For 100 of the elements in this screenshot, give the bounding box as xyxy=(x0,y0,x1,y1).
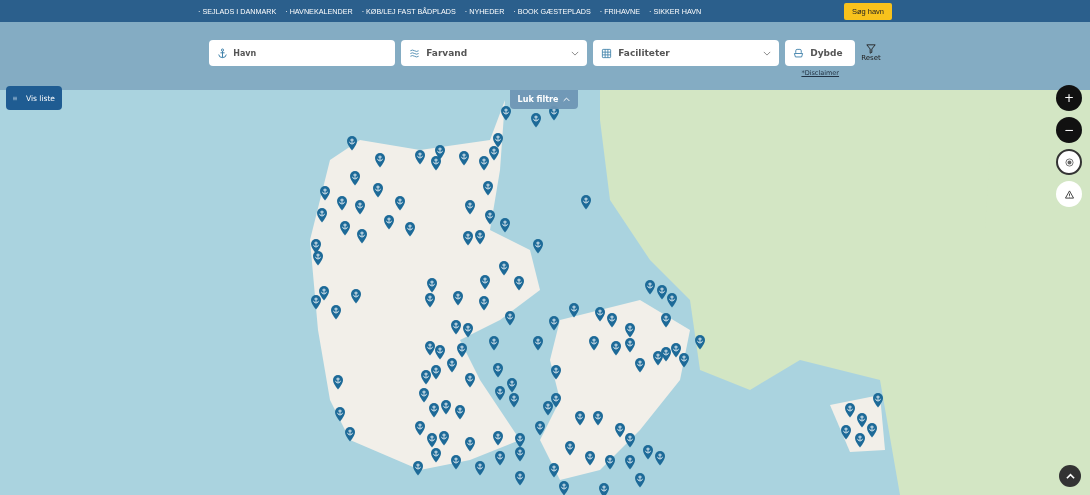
harbor-marker-icon[interactable] xyxy=(334,406,346,422)
harbor-marker-icon[interactable] xyxy=(598,482,610,495)
harbor-marker-icon[interactable] xyxy=(446,357,458,373)
harbor-marker-icon[interactable] xyxy=(656,284,668,300)
harbor-marker-icon[interactable] xyxy=(594,306,606,322)
harbor-marker-icon[interactable] xyxy=(550,392,562,408)
harbor-marker-icon[interactable] xyxy=(624,454,636,470)
harbor-marker-icon[interactable] xyxy=(494,450,506,466)
harbor-marker-icon[interactable] xyxy=(346,135,358,151)
harbor-marker-icon[interactable] xyxy=(872,392,884,408)
harbor-marker-icon[interactable] xyxy=(588,335,600,351)
harbor-marker-icon[interactable] xyxy=(592,410,604,426)
harbor-marker-icon[interactable] xyxy=(430,364,442,380)
harbor-marker-icon[interactable] xyxy=(492,362,504,378)
harbor-marker-icon[interactable] xyxy=(434,344,446,360)
harbor-marker-icon[interactable] xyxy=(574,410,586,426)
harbor-marker-icon[interactable] xyxy=(488,145,500,161)
harbor-marker-icon[interactable] xyxy=(330,304,342,320)
harbor-marker-icon[interactable] xyxy=(479,274,491,290)
harbor-marker-icon[interactable] xyxy=(513,275,525,291)
harbor-marker-icon[interactable] xyxy=(634,357,646,373)
harbor-marker-icon[interactable] xyxy=(450,454,462,470)
harbor-marker-icon[interactable] xyxy=(492,430,504,446)
harbor-marker-icon[interactable] xyxy=(484,209,496,225)
harbor-marker-icon[interactable] xyxy=(652,350,664,366)
harbor-marker-icon[interactable] xyxy=(310,238,322,254)
harbor-marker-icon[interactable] xyxy=(349,170,361,186)
harbor-marker-icon[interactable] xyxy=(494,385,506,401)
harbor-marker-icon[interactable] xyxy=(428,402,440,418)
harbor-marker-icon[interactable] xyxy=(464,436,476,452)
harbor-marker-icon[interactable] xyxy=(644,279,656,295)
harbor-marker-icon[interactable] xyxy=(866,422,878,438)
harbor-marker-icon[interactable] xyxy=(614,422,626,438)
harbor-marker-icon[interactable] xyxy=(462,230,474,246)
harbor-marker-icon[interactable] xyxy=(344,426,356,442)
harbor-marker-icon[interactable] xyxy=(584,450,596,466)
harbor-marker-icon[interactable] xyxy=(624,432,636,448)
harbor-marker-icon[interactable] xyxy=(542,400,554,416)
harbor-marker-icon[interactable] xyxy=(319,185,331,201)
harbor-marker-icon[interactable] xyxy=(412,460,424,476)
harbor-marker-icon[interactable] xyxy=(492,132,504,148)
harbor-marker-icon[interactable] xyxy=(424,292,436,308)
harbor-marker-icon[interactable] xyxy=(458,150,470,166)
harbor-marker-icon[interactable] xyxy=(426,277,438,293)
harbor-marker-icon[interactable] xyxy=(482,180,494,196)
harbor-marker-icon[interactable] xyxy=(844,402,856,418)
harbor-search-field[interactable]: Havn xyxy=(209,40,396,66)
harbor-marker-icon[interactable] xyxy=(548,462,560,478)
harbor-marker-icon[interactable] xyxy=(604,454,616,470)
harbor-marker-icon[interactable] xyxy=(514,432,526,448)
depth-field[interactable]: Dybde xyxy=(785,40,856,66)
harbor-marker-icon[interactable] xyxy=(694,334,706,350)
harbor-marker-icon[interactable] xyxy=(508,392,520,408)
harbor-marker-icon[interactable] xyxy=(678,352,690,368)
harbor-marker-icon[interactable] xyxy=(580,194,592,210)
harbor-marker-icon[interactable] xyxy=(474,229,486,245)
harbor-marker-icon[interactable] xyxy=(606,312,618,328)
harbor-marker-icon[interactable] xyxy=(534,420,546,436)
harbor-marker-icon[interactable] xyxy=(404,221,416,237)
harbor-marker-icon[interactable] xyxy=(564,440,576,456)
harbor-marker-icon[interactable] xyxy=(316,207,328,223)
harbor-marker-icon[interactable] xyxy=(530,112,542,128)
harbor-marker-icon[interactable] xyxy=(438,430,450,446)
harbor-marker-icon[interactable] xyxy=(624,322,636,338)
harbor-marker-icon[interactable] xyxy=(452,290,464,306)
harbor-marker-icon[interactable] xyxy=(420,369,432,385)
harbor-marker-icon[interactable] xyxy=(856,412,868,428)
harbor-marker-icon[interactable] xyxy=(456,342,468,358)
harbor-marker-icon[interactable] xyxy=(558,480,570,495)
harbor-marker-icon[interactable] xyxy=(548,315,560,331)
harbor-marker-icon[interactable] xyxy=(318,285,330,301)
harbor-marker-icon[interactable] xyxy=(660,312,672,328)
harbor-marker-icon[interactable] xyxy=(336,195,348,211)
harbor-marker-icon[interactable] xyxy=(454,404,466,420)
harbor-marker-icon[interactable] xyxy=(854,432,866,448)
harbor-marker-icon[interactable] xyxy=(499,217,511,233)
harbor-marker-icon[interactable] xyxy=(478,155,490,171)
harbor-marker-icon[interactable] xyxy=(500,105,512,121)
harbor-marker-icon[interactable] xyxy=(310,294,322,310)
harbor-marker-icon[interactable] xyxy=(374,152,386,168)
harbor-marker-icon[interactable] xyxy=(414,149,426,165)
harbor-marker-icon[interactable] xyxy=(430,155,442,171)
harbor-marker-icon[interactable] xyxy=(350,288,362,304)
harbor-marker-icon[interactable] xyxy=(504,310,516,326)
harbor-marker-icon[interactable] xyxy=(624,337,636,353)
harbor-marker-icon[interactable] xyxy=(478,295,490,311)
harbor-marker-icon[interactable] xyxy=(488,335,500,351)
harbor-marker-icon[interactable] xyxy=(532,238,544,254)
harbor-marker-icon[interactable] xyxy=(498,260,510,276)
harbor-marker-icon[interactable] xyxy=(654,450,666,466)
harbor-marker-icon[interactable] xyxy=(462,322,474,338)
harbor-marker-icon[interactable] xyxy=(514,446,526,462)
harbor-marker-icon[interactable] xyxy=(426,432,438,448)
harbor-marker-icon[interactable] xyxy=(354,199,366,215)
harbor-marker-icon[interactable] xyxy=(424,340,436,356)
harbor-marker-icon[interactable] xyxy=(464,372,476,388)
dropdown-field[interactable]: Faciliteter xyxy=(593,40,780,66)
harbor-marker-icon[interactable] xyxy=(642,444,654,460)
harbor-marker-icon[interactable] xyxy=(610,340,622,356)
harbor-marker-icon[interactable] xyxy=(383,214,395,230)
